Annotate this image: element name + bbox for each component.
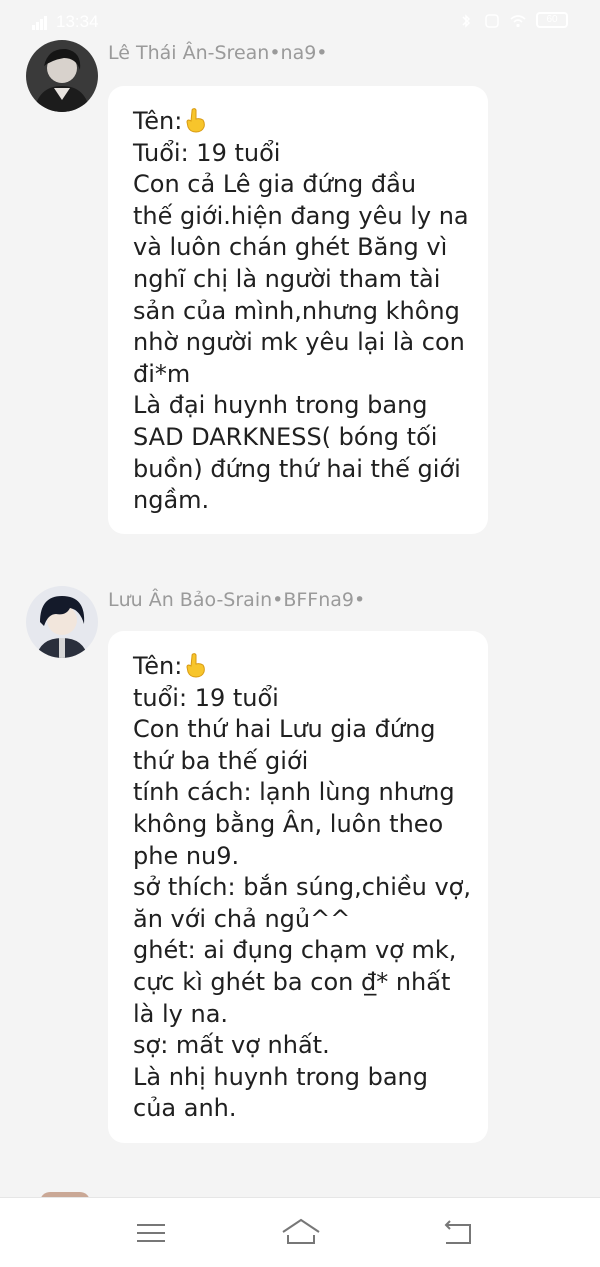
message-line: Là đại huynh trong bang <box>133 391 428 420</box>
message-line: ngầm. <box>133 486 210 515</box>
message-line: Là nhị huynh trong bang <box>133 1062 428 1091</box>
home-icon[interactable] <box>280 1216 322 1250</box>
status-bar: 13:34 60 <box>0 0 600 46</box>
message-line: nhờ người mk yêu lại là con <box>133 328 465 357</box>
message-line: Tên: <box>133 106 464 138</box>
message-line: Con cả Lê gia đứng đầu <box>133 170 417 199</box>
status-time: 13:34 <box>56 12 99 31</box>
navigation-bar <box>0 1197 600 1267</box>
avatar[interactable] <box>26 40 98 112</box>
wifi-icon <box>510 13 526 28</box>
message-line: buồn) đứng thứ hai thế giới <box>133 454 461 483</box>
message-line: sở thích: bắn súng,chiều vợ, <box>133 873 471 902</box>
message-line: sản của mình,nhưng không <box>133 296 460 325</box>
message-line: cực kì ghét ba con đ̲* nhất <box>133 967 451 996</box>
message-line: thế giới.hiện đang yêu ly na <box>133 201 469 230</box>
message-line: Tuổi: 19 tuổi <box>133 138 281 167</box>
bluetooth-icon <box>458 13 474 28</box>
message-line: đi*m <box>133 359 191 388</box>
chat-feed[interactable]: Lê Thái Ân-Srean•na9• Tên: Tuổi: 19 tuổi… <box>0 0 600 1197</box>
menu-icon[interactable] <box>133 1216 169 1250</box>
message-line: ăn với chả ngủ^^ <box>133 904 351 933</box>
avatar[interactable] <box>26 586 98 658</box>
message-line: ghét: ai đụng chạm vợ mk, <box>133 936 457 965</box>
message-bubble: Tên: tuổi: 19 tuổi Con thứ hai Lưu gia đ… <box>108 631 488 1143</box>
nfc-icon <box>484 13 500 28</box>
message-line: tính cách: lạnh lùng nhưng <box>133 778 455 807</box>
pointing-up-icon <box>182 652 208 678</box>
message-line: SAD DARKNESS( bóng tối <box>133 422 438 451</box>
message-line: phe nu9. <box>133 841 240 870</box>
message-line: và luôn chán ghét Băng vì <box>133 233 448 262</box>
message-line: của anh. <box>133 1094 237 1123</box>
message-line: Con thứ hai Lưu gia đứng <box>133 715 436 744</box>
message-line: không bằng Ân, luôn theo <box>133 809 444 838</box>
signal-icon <box>32 15 48 30</box>
message-line: là ly na. <box>133 999 229 1028</box>
message-line: tuổi: 19 tuổi <box>133 683 279 712</box>
message-line: Tên: <box>133 651 464 683</box>
battery-icon: 60 <box>536 12 568 28</box>
message-line: sợ: mất vợ nhất. <box>133 1031 330 1060</box>
pointing-up-icon <box>182 107 208 133</box>
message-bubble: Tên: Tuổi: 19 tuổi Con cả Lê gia đứng đầ… <box>108 86 488 534</box>
message-line: thứ ba thế giới <box>133 746 309 775</box>
message-line: nghĩ chị là người tham tài <box>133 264 441 293</box>
back-icon[interactable] <box>440 1216 476 1250</box>
post-username[interactable]: Lưu Ân Bảo-Srain•BFFna9• <box>108 589 365 611</box>
